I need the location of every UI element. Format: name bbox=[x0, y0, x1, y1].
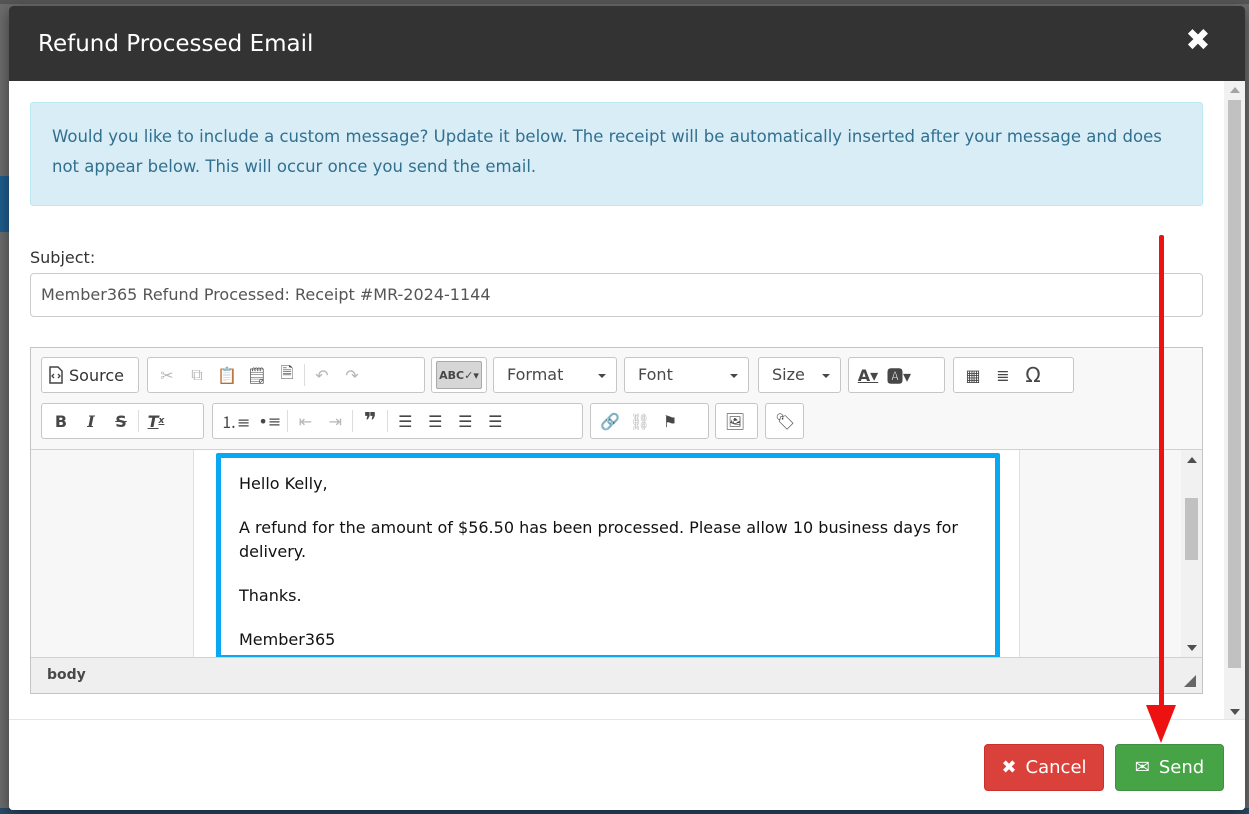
copy-icon[interactable]: ⧉ bbox=[182, 361, 212, 389]
strikethrough-icon[interactable]: S bbox=[106, 407, 136, 435]
format-label: Format bbox=[507, 365, 564, 384]
chevron-down-icon bbox=[730, 374, 738, 378]
toolbar-separator bbox=[304, 364, 305, 386]
source-group: Source bbox=[41, 357, 139, 393]
redo-icon[interactable]: ↷ bbox=[337, 361, 367, 389]
cut-icon[interactable]: ✂ bbox=[152, 361, 182, 389]
remove-format-icon[interactable]: Tx bbox=[141, 407, 171, 435]
paragraph-group: ⒈≡ •≡ ⇤ ⇥ ❞ ☰ ☰ ☰ ☰ bbox=[212, 403, 583, 439]
paste-icon[interactable]: 📋 bbox=[212, 361, 242, 389]
bulleted-list-icon[interactable]: •≡ bbox=[254, 407, 285, 435]
scroll-down-icon[interactable] bbox=[1187, 645, 1197, 651]
links-group: 🔗 ⛓ ⚑ bbox=[590, 403, 709, 439]
send-label: Send bbox=[1158, 757, 1205, 778]
format-dropdown[interactable]: Format bbox=[493, 357, 617, 393]
unlink-icon[interactable]: ⛓ bbox=[625, 407, 655, 435]
chevron-down-icon bbox=[598, 374, 606, 378]
blockquote-icon[interactable]: ❞ bbox=[355, 407, 385, 435]
source-button[interactable]: Source bbox=[46, 361, 126, 389]
modal-title: Refund Processed Email bbox=[38, 30, 314, 57]
size-label: Size bbox=[772, 365, 805, 384]
clipboard-group: ✂ ⧉ 📋 🗒 🗎 ↶ ↷ bbox=[147, 357, 425, 393]
color-group: A▾ 🅰▾ bbox=[848, 357, 945, 393]
editor-scrollbar[interactable] bbox=[1181, 450, 1202, 658]
insert-group: ▦ ≣ Ω bbox=[953, 357, 1074, 393]
placeholder-group: 🏷 bbox=[765, 403, 804, 439]
decrease-indent-icon[interactable]: ⇤ bbox=[290, 407, 320, 435]
align-left-icon[interactable]: ☰ bbox=[390, 407, 420, 435]
rich-text-editor: Source ✂ ⧉ 📋 🗒 🗎 ↶ ↷ ABC✓▾ Format Font S… bbox=[30, 347, 1203, 694]
editor-toolbar: Source ✂ ⧉ 📋 🗒 🗎 ↶ ↷ ABC✓▾ Format Font S… bbox=[31, 348, 1202, 450]
numbered-list-icon[interactable]: ⒈≡ bbox=[217, 407, 254, 435]
annotation-arrow-head-icon bbox=[1146, 705, 1176, 743]
scroll-thumb[interactable] bbox=[1228, 100, 1241, 668]
font-label: Font bbox=[638, 365, 673, 384]
size-dropdown[interactable]: Size bbox=[758, 357, 841, 393]
scroll-up-icon[interactable] bbox=[1187, 457, 1197, 463]
anchor-flag-icon[interactable]: ⚑ bbox=[655, 407, 685, 435]
subject-label: Subject: bbox=[30, 248, 96, 267]
cancel-label: Cancel bbox=[1025, 757, 1087, 778]
link-icon[interactable]: 🔗 bbox=[595, 407, 625, 435]
background-color-icon[interactable]: 🅰▾ bbox=[883, 361, 915, 389]
resize-grip-icon[interactable] bbox=[1184, 675, 1196, 687]
chevron-down-icon bbox=[822, 374, 830, 378]
bold-icon[interactable]: B bbox=[46, 407, 76, 435]
scroll-thumb[interactable] bbox=[1185, 498, 1198, 560]
source-icon bbox=[49, 366, 63, 384]
toolbar-separator bbox=[138, 410, 139, 432]
page-margin-left bbox=[31, 450, 194, 658]
align-right-icon[interactable]: ☰ bbox=[450, 407, 480, 435]
editor-content-area[interactable]: Hello Kelly, A refund for the amount of … bbox=[31, 450, 1183, 658]
scroll-down-icon[interactable] bbox=[1230, 709, 1240, 715]
italic-icon[interactable]: I bbox=[76, 407, 106, 435]
refund-email-modal: Refund Processed Email ✖ Would you like … bbox=[9, 6, 1245, 810]
annotation-highlight-box bbox=[216, 453, 1000, 658]
spellcheck-group: ABC✓▾ bbox=[431, 357, 487, 393]
envelope-icon: ✉ bbox=[1134, 757, 1150, 778]
scroll-up-icon[interactable] bbox=[1230, 87, 1240, 93]
cancel-button[interactable]: ✖ Cancel bbox=[984, 744, 1104, 791]
background-page-fragment bbox=[0, 176, 9, 232]
increase-indent-icon[interactable]: ⇥ bbox=[320, 407, 350, 435]
info-alert: Would you like to include a custom messa… bbox=[30, 102, 1203, 206]
source-label: Source bbox=[69, 365, 124, 385]
image-group: 🖼 bbox=[715, 403, 758, 439]
horizontal-line-icon[interactable]: ≣ bbox=[988, 361, 1018, 389]
toolbar-separator bbox=[352, 410, 354, 432]
send-button[interactable]: ✉ Send bbox=[1115, 744, 1224, 791]
spellcheck-icon[interactable]: ABC✓▾ bbox=[436, 361, 482, 389]
toolbar-separator bbox=[387, 410, 389, 432]
paste-word-icon[interactable]: 🗎 bbox=[272, 361, 302, 389]
special-char-icon[interactable]: Ω bbox=[1018, 361, 1048, 389]
times-icon: ✖ bbox=[1001, 757, 1017, 778]
undo-icon[interactable]: ↶ bbox=[307, 361, 337, 389]
editor-statusbar: body bbox=[31, 657, 1202, 693]
modal-scrollbar[interactable] bbox=[1224, 81, 1245, 721]
paste-text-icon[interactable]: 🗒 bbox=[242, 361, 272, 389]
basic-styles-group: B I S Tx bbox=[41, 403, 204, 439]
modal-header: Refund Processed Email ✖ bbox=[9, 6, 1245, 81]
background-strip bbox=[0, 0, 1249, 4]
font-dropdown[interactable]: Font bbox=[624, 357, 749, 393]
table-icon[interactable]: ▦ bbox=[958, 361, 988, 389]
align-center-icon[interactable]: ☰ bbox=[420, 407, 450, 435]
text-color-icon[interactable]: A▾ bbox=[853, 361, 883, 389]
tag-icon[interactable]: 🏷 bbox=[770, 407, 800, 435]
element-path[interactable]: body bbox=[47, 667, 86, 683]
subject-input[interactable]: Member365 Refund Processed: Receipt #MR-… bbox=[30, 273, 1203, 317]
modal-body: Would you like to include a custom messa… bbox=[9, 81, 1224, 721]
toolbar-separator bbox=[287, 410, 289, 432]
annotation-arrow-line bbox=[1159, 235, 1164, 713]
modal-footer: ✖ Cancel ✉ Send bbox=[9, 719, 1245, 810]
image-icon[interactable]: 🖼 bbox=[720, 407, 750, 435]
justify-icon[interactable]: ☰ bbox=[480, 407, 510, 435]
close-icon[interactable]: ✖ bbox=[1185, 26, 1211, 56]
